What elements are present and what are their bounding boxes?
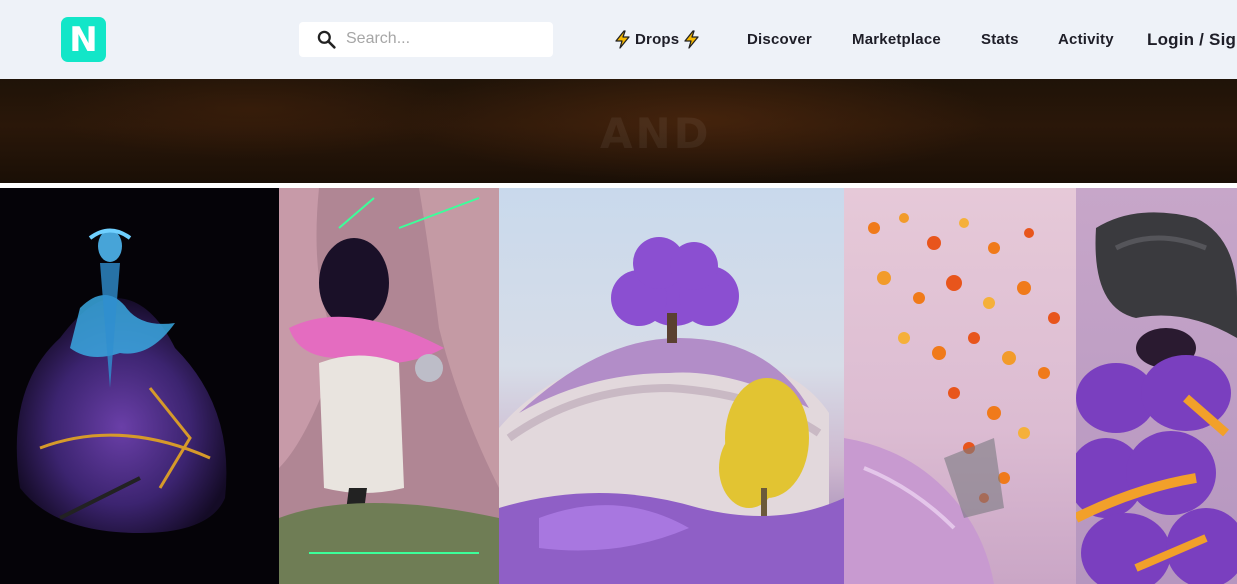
artwork-image xyxy=(844,213,1060,584)
artwork-masked-figure-rocks[interactable] xyxy=(279,188,499,584)
top-nav-bar: N Drops Discover Marketplace Stats Activ… xyxy=(0,0,1237,79)
lightning-bolt-icon xyxy=(615,30,630,49)
banner-text: AND xyxy=(600,109,712,158)
nav-stats-link[interactable]: Stats xyxy=(981,31,1019,48)
nav-marketplace-link[interactable]: Marketplace xyxy=(852,31,941,48)
artwork-image xyxy=(279,188,499,584)
artwork-purple-gown-figure[interactable] xyxy=(0,188,279,584)
nav-activity-link[interactable]: Activity xyxy=(1058,31,1114,48)
nav-drops-link[interactable]: Drops xyxy=(614,30,700,49)
main-nav: Drops Discover Marketplace Stats Activit… xyxy=(0,0,1237,79)
featured-art-gallery xyxy=(0,188,1237,584)
artwork-puffer-jacket-figure[interactable] xyxy=(1076,188,1237,584)
nav-discover-link[interactable]: Discover xyxy=(747,31,812,48)
nav-drops-label: Drops xyxy=(635,31,680,48)
hero-banner: AND xyxy=(0,79,1237,183)
artwork-purple-tree-rock[interactable] xyxy=(499,188,844,584)
artwork-image xyxy=(16,228,227,533)
artwork-image xyxy=(1076,212,1237,584)
nav-login-signup-link[interactable]: Login / Sign xyxy=(1147,30,1237,50)
lightning-bolt-icon xyxy=(684,30,699,49)
artwork-fruit-tree-cloth[interactable] xyxy=(844,188,1076,584)
artwork-image xyxy=(499,237,844,584)
